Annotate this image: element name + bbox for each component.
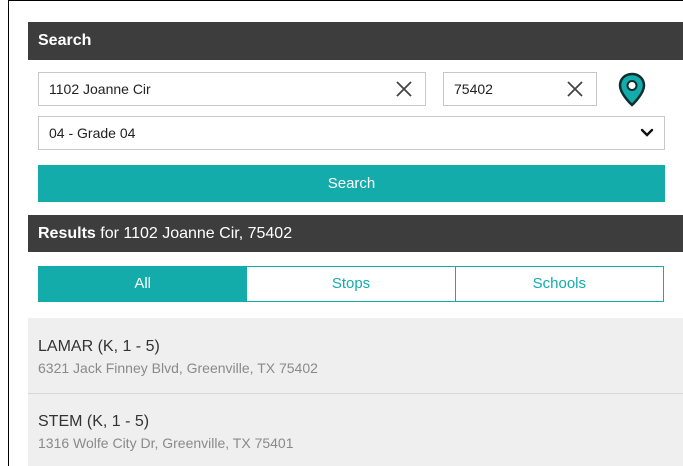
results-tabs: All Stops Schools xyxy=(38,266,664,302)
grade-select[interactable]: 04 - Grade 04 xyxy=(38,116,665,150)
search-button[interactable]: Search xyxy=(38,165,665,202)
results-query: for 1102 Joanne Cir, 75402 xyxy=(95,225,293,242)
result-school-address: 1316 Wolfe City Dr, Greenville, TX 75401 xyxy=(38,435,294,451)
zip-field[interactable] xyxy=(443,72,597,106)
frame-top-border xyxy=(8,0,683,1)
address-input[interactable] xyxy=(39,73,425,105)
map-pin-icon[interactable] xyxy=(617,72,647,108)
tab-schools[interactable]: Schools xyxy=(454,267,663,301)
search-header: Search xyxy=(28,22,683,60)
results-title: Results xyxy=(38,225,96,242)
address-field[interactable] xyxy=(38,72,426,106)
list-item[interactable]: LAMAR (K, 1 - 5) 6321 Jack Finney Blvd, … xyxy=(28,318,683,393)
search-panel: Search 04 - Grade 04 Search Results for … xyxy=(28,22,683,466)
results-list: LAMAR (K, 1 - 5) 6321 Jack Finney Blvd, … xyxy=(28,318,683,466)
frame-left-border xyxy=(8,0,9,466)
close-icon[interactable] xyxy=(566,80,584,98)
chevron-down-icon xyxy=(640,128,654,137)
list-item[interactable]: STEM (K, 1 - 5) 1316 Wolfe City Dr, Gree… xyxy=(28,393,683,466)
close-icon[interactable] xyxy=(395,80,413,98)
tab-stops[interactable]: Stops xyxy=(246,267,455,301)
grade-selected-value: 04 - Grade 04 xyxy=(49,125,136,141)
tab-all[interactable]: All xyxy=(39,267,247,301)
results-header: Results for 1102 Joanne Cir, 75402 xyxy=(28,215,683,252)
result-school-name: LAMAR (K, 1 - 5) xyxy=(38,338,160,355)
result-school-address: 6321 Jack Finney Blvd, Greenville, TX 75… xyxy=(38,360,318,376)
result-school-name: STEM (K, 1 - 5) xyxy=(38,413,150,430)
